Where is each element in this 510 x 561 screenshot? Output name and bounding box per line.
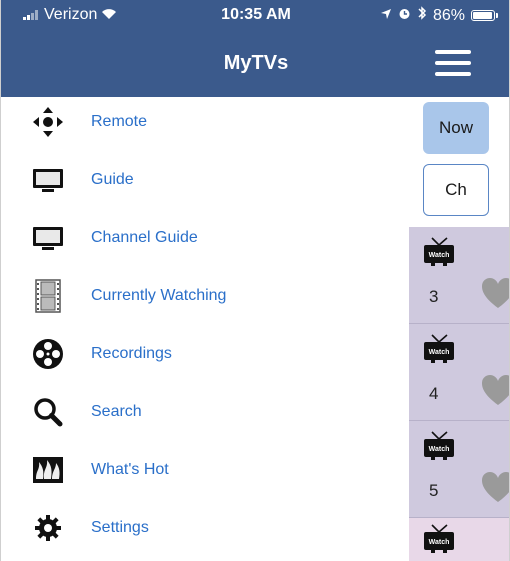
menu-label: Remote [91, 113, 148, 130]
menu-item-remote[interactable]: Remote [1, 97, 409, 147]
channel-row[interactable]: Watch [409, 518, 509, 561]
channel-list: Watch 3 Watch 4 Watch 5 Watch [409, 227, 509, 561]
menu-label: Channel Guide [91, 229, 198, 246]
menu-label: Search [91, 403, 142, 420]
watch-tv-icon[interactable]: Watch [423, 237, 455, 272]
heart-icon[interactable] [481, 374, 509, 411]
menu-item-currently-watching[interactable]: Currently Watching [1, 271, 409, 321]
hamburger-icon[interactable] [435, 50, 471, 76]
app-title: MyTVs [223, 52, 289, 74]
menu-item-guide[interactable]: Guide [1, 155, 409, 205]
heart-icon[interactable] [481, 471, 509, 508]
now-button[interactable]: Now [423, 102, 489, 154]
menu-label: What's Hot [91, 461, 169, 478]
battery-icon [471, 10, 498, 21]
status-right: 86% [380, 6, 498, 25]
top-bar: Verizon 10:35 AM 86% MyTVs [1, 0, 509, 97]
channel-row[interactable]: Watch 3 [409, 227, 509, 324]
channel-row[interactable]: Watch 5 [409, 421, 509, 518]
watch-badge-text: Watch [429, 252, 450, 259]
menu-label: Recordings [91, 345, 172, 362]
battery-level [473, 12, 492, 19]
channel-row[interactable]: Watch 4 [409, 324, 509, 421]
menu-item-recordings[interactable]: Recordings [1, 329, 409, 379]
location-arrow-icon [380, 7, 392, 25]
fire-icon [31, 453, 65, 487]
channel-number: 3 [429, 287, 439, 306]
menu-item-search[interactable]: Search [1, 387, 409, 437]
bluetooth-icon [417, 6, 427, 25]
tv-monitor-icon [31, 221, 65, 255]
menu-label: Settings [91, 519, 149, 536]
watch-tv-icon[interactable]: Watch [423, 431, 455, 466]
watch-badge-text: Watch [429, 349, 450, 356]
gear-icon [31, 511, 65, 545]
heart-icon[interactable] [481, 277, 509, 314]
film-strip-icon [31, 279, 65, 313]
menu-item-settings[interactable]: Settings [1, 503, 409, 553]
watch-tv-icon[interactable]: Watch [423, 334, 455, 369]
watch-badge-text: Watch [429, 446, 450, 453]
channel-number: 4 [429, 384, 439, 403]
app-frame: Verizon 10:35 AM 86% MyTVs Remote Guide … [0, 0, 510, 561]
status-bar: Verizon 10:35 AM 86% [1, 0, 509, 30]
watch-badge-text: Watch [429, 539, 450, 546]
remote-dpad-icon [31, 105, 65, 139]
watch-tv-icon[interactable]: Watch [423, 524, 455, 559]
channel-sort-button[interactable]: Ch [423, 164, 489, 216]
menu-label: Currently Watching [91, 287, 227, 304]
menu-item-channel-guide[interactable]: Channel Guide [1, 213, 409, 263]
battery-percent: 86% [432, 6, 465, 24]
film-reel-icon [31, 337, 65, 371]
alarm-icon [398, 7, 411, 25]
magnifier-icon [31, 395, 65, 429]
tv-monitor-icon [31, 163, 65, 197]
menu-label: Guide [91, 171, 134, 188]
menu-item-whats-hot[interactable]: What's Hot [1, 445, 409, 495]
channel-number: 5 [429, 481, 439, 500]
